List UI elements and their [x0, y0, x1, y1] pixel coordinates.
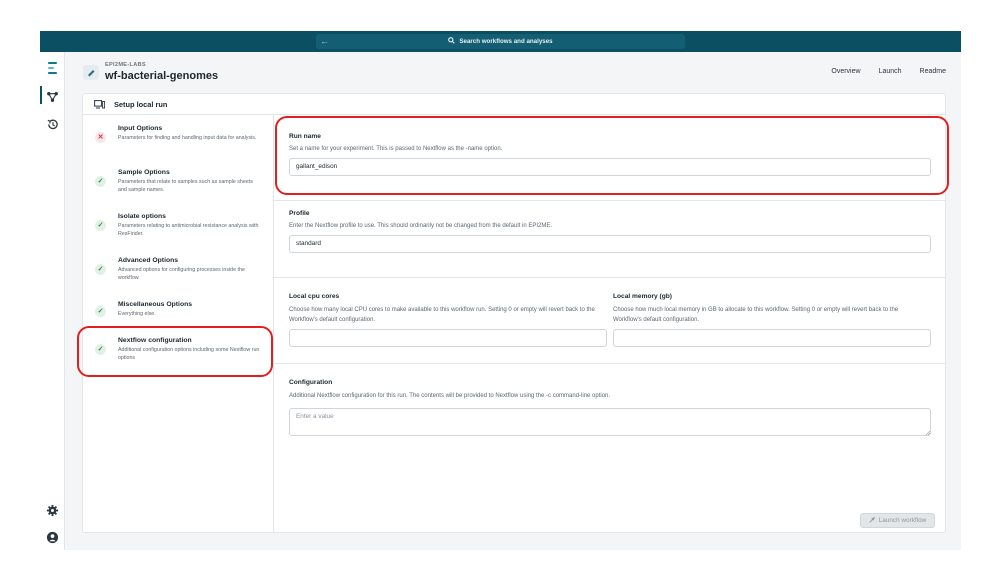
history-icon[interactable]: [46, 118, 59, 131]
configuration-section: Configuration Additional Nextflow config…: [274, 364, 945, 532]
profile-section: Profile Enter the Nextflow profile to us…: [274, 201, 945, 278]
monitor-icon: [94, 100, 105, 109]
header-nav: Overview Launch Readme: [813, 68, 946, 75]
project-icon: [83, 65, 99, 80]
app-window: ← Search workflows and analyses EPI2ME-L…: [40, 31, 961, 550]
step-desc: Everything else.: [118, 311, 156, 317]
active-indicator: [40, 86, 42, 104]
memory-input[interactable]: [613, 329, 931, 347]
search-bar[interactable]: ← Search workflows and analyses: [316, 34, 685, 49]
check-icon: ✓: [95, 264, 106, 275]
cpu-cores-input[interactable]: [289, 329, 607, 347]
memory-label: Local memory (gb): [613, 293, 672, 300]
run-name-section: Run name Set a name for your experiment.…: [274, 115, 945, 201]
setup-card: Setup local run ✕ Input Options Paramete…: [82, 93, 946, 533]
check-icon: ✓: [95, 176, 106, 187]
step-desc: Parameters that relate to samples such a…: [118, 179, 253, 193]
profile-help: Enter the Nextflow profile to use. This …: [289, 223, 553, 229]
top-bar: ← Search workflows and analyses: [40, 31, 961, 52]
check-icon: ✓: [95, 306, 106, 317]
step-title: Input Options: [118, 125, 163, 132]
rocket-icon: [869, 516, 875, 523]
resources-section: Local cpu cores Choose how many local CP…: [274, 278, 945, 364]
x-icon: ✕: [95, 132, 106, 143]
user-account-icon[interactable]: [46, 531, 59, 544]
run-form: Run name Set a name for your experiment.…: [274, 115, 945, 532]
left-rail: [40, 52, 65, 550]
workflows-icon[interactable]: [46, 90, 59, 103]
org-name: EPI2ME-LABS: [105, 62, 146, 68]
step-title: Nextflow configuration: [118, 337, 192, 344]
memory-help: Choose how much local memory in GB to al…: [613, 307, 899, 323]
cpu-cores-help: Choose how many local CPU cores to make …: [289, 307, 595, 323]
step-title: Advanced Options: [118, 257, 179, 264]
launch-workflow-button[interactable]: Launch workflow: [860, 513, 935, 528]
card-header: Setup local run: [83, 94, 945, 115]
configuration-label: Configuration: [289, 379, 333, 386]
steps-sidebar: ✕ Input Options Parameters for finding a…: [83, 115, 274, 532]
step-desc: Additional configuration options includi…: [118, 347, 260, 361]
step-title: Isolate options: [118, 213, 166, 220]
workflow-header: EPI2ME-LABS wf-bacterial-genomes Overvie…: [65, 52, 961, 92]
epi2me-logo-icon[interactable]: [48, 62, 57, 74]
run-name-help: Set a name for your experiment. This is …: [289, 146, 503, 152]
card-title: Setup local run: [114, 100, 168, 109]
check-icon: ✓: [95, 220, 106, 231]
configuration-help: Additional Nextflow configuration for th…: [289, 393, 611, 399]
step-desc: Parameters for finding and handling inpu…: [118, 135, 257, 141]
nav-readme[interactable]: Readme: [920, 68, 946, 75]
search-label: Search workflows and analyses: [459, 38, 553, 45]
check-icon: ✓: [95, 344, 106, 355]
profile-label: Profile: [289, 210, 310, 217]
search-icon: [448, 37, 456, 44]
run-name-input[interactable]: gallant_edison: [289, 158, 931, 176]
workflow-name: wf-bacterial-genomes: [105, 70, 219, 82]
cpu-cores-label: Local cpu cores: [289, 293, 340, 300]
configuration-textarea[interactable]: Enter a value: [289, 408, 931, 436]
resize-handle-icon[interactable]: [926, 431, 930, 435]
nav-launch[interactable]: Launch: [879, 68, 902, 75]
profile-input[interactable]: standard: [289, 235, 931, 253]
step-desc: Parameters relating to antimicrobial res…: [118, 223, 259, 237]
nav-overview[interactable]: Overview: [831, 68, 860, 75]
step-title: Sample Options: [118, 169, 170, 176]
step-title: Miscellaneous Options: [118, 301, 193, 308]
settings-gear-icon[interactable]: [46, 504, 59, 517]
step-desc: Advanced options for configuring process…: [118, 267, 245, 281]
run-name-label: Run name: [289, 133, 321, 140]
launch-label: Launch workflow: [878, 517, 927, 524]
